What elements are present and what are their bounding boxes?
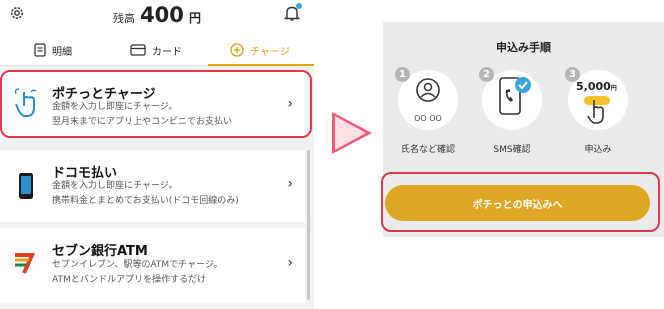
document-icon (34, 43, 46, 57)
chevron-right-icon: › (287, 255, 293, 271)
step-name-placeholder: OO OO (414, 114, 442, 123)
arrow-right-icon-fill (335, 116, 366, 150)
step-amount: 5,000円 (576, 80, 617, 93)
step-caption: 氏名など確認 (400, 145, 455, 155)
step-number: 1 (395, 67, 410, 82)
active-tab-indicator (208, 64, 314, 66)
balance-amount: 400 (140, 3, 184, 27)
procedure-step-3: 5,000円 3 申込み (565, 67, 632, 155)
balance-unit: 円 (189, 11, 202, 25)
card-icon (130, 44, 146, 56)
step-circle: 5,000円 3 (565, 67, 628, 130)
method-title: セブン銀行ATM (52, 244, 148, 259)
tab-label: チャージ (250, 46, 290, 58)
chevron-right-icon: › (287, 176, 293, 192)
top-bar: 残高 400 円 (0, 0, 314, 34)
charge-screen: 残高 400 円 明細 カード チャージ ポチっとチャージ 金額を入力し即座にチ… (0, 0, 314, 309)
procedure-heading: 申込み手順 (496, 41, 551, 54)
step-circle: OO OO 1 (395, 67, 458, 130)
step-caption: 申込み (584, 145, 612, 155)
balance-label: 残高 (112, 12, 135, 25)
step-number: 3 (565, 67, 580, 82)
plus-circle-icon (230, 43, 244, 57)
procedure-step-1: OO OO 1 氏名など確認 (395, 67, 462, 155)
tap-amount-icon (584, 96, 610, 124)
method-desc: ATMとバンドルアプリを操作するだけ (52, 275, 207, 285)
seven-bank-icon (15, 253, 36, 274)
person-icon (416, 78, 440, 102)
method-desc: 携帯料金とまとめてお支払い(ドコモ回線のみ) (52, 196, 239, 206)
smartphone-icon (19, 173, 33, 199)
tab-label: カード (152, 46, 182, 58)
bell-icon[interactable] (283, 3, 302, 22)
phone-check-icon (499, 77, 531, 115)
highlight-frame (0, 70, 312, 138)
charge-method-seven-atm[interactable]: セブン銀行ATM セブンイレブン、駅等のATMでチャージ。 ATMとバンドルアプ… (0, 228, 305, 303)
tab-history[interactable]: 明細 (34, 34, 72, 66)
step-number: 2 (479, 67, 494, 82)
tab-card[interactable]: カード (130, 34, 182, 66)
step-caption: SMS確認 (493, 145, 531, 155)
step-circle: 2 (479, 67, 542, 130)
method-desc: 金額を入力し即座にチャージ。 (52, 181, 178, 191)
procedure-step-2: 2 SMS確認 (479, 67, 546, 155)
highlight-frame (381, 172, 660, 232)
charge-method-docomo[interactable]: ドコモ払い 金額を入力し即座にチャージ。 携帯料金とまとめてお支払い(ドコモ回線… (0, 150, 305, 222)
tab-charge[interactable]: チャージ (230, 34, 290, 66)
tab-bar: 明細 カード チャージ (0, 34, 314, 66)
notification-dot (296, 3, 302, 9)
scrollbar[interactable] (307, 150, 310, 300)
tab-label: 明細 (52, 46, 72, 58)
balance-display: 残高 400 円 (0, 3, 314, 27)
method-desc: セブンイレブン、駅等のATMでチャージ。 (52, 260, 223, 270)
